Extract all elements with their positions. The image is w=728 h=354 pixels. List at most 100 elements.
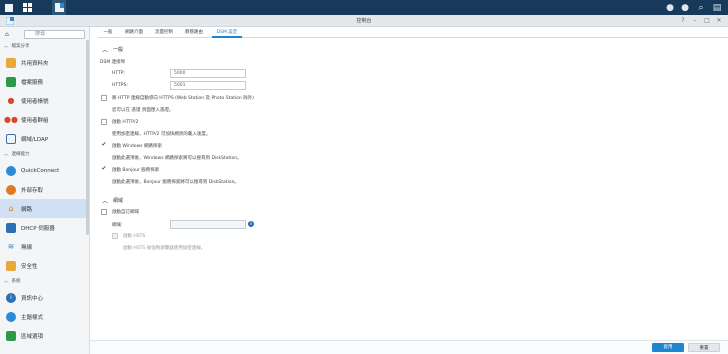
section-title: 網域 — [113, 198, 124, 204]
reset-button[interactable]: 重置 — [688, 343, 720, 352]
chevron-up-icon: ︿ — [4, 44, 9, 49]
windows-discovery-checkbox[interactable]: ✔ — [101, 142, 107, 148]
sidebar-section-file-sharing[interactable]: ︿ 檔案分享 — [4, 42, 30, 51]
dsm-port-label: DSM 連接埠 — [100, 60, 126, 65]
tab-static-route[interactable]: 靜態路由 — [182, 27, 206, 38]
sidebar-item-label: DHCP 伺服器 — [21, 225, 55, 232]
theme-icon — [6, 311, 16, 322]
certificate-link[interactable]: 您可以在 憑證 頁面匯入憑證。 — [112, 107, 173, 113]
http-port-input[interactable]: 5000 — [170, 69, 246, 78]
chevron-up-icon: ︿ — [4, 152, 9, 157]
section-label: 系統 — [11, 279, 21, 284]
https-port-input[interactable]: 5001 — [170, 81, 246, 90]
security-icon — [6, 260, 16, 271]
search-input[interactable]: 搜尋 — [24, 30, 85, 39]
regional-options-icon — [6, 330, 16, 341]
taskbar-app-control-panel[interactable] — [52, 0, 66, 15]
sidebar-item-security[interactable]: 安全性 — [0, 256, 86, 275]
sidebar-item-label: 資訊中心 — [21, 295, 44, 302]
main-menu-button[interactable] — [20, 0, 34, 15]
sidebar-item-domain-ldap[interactable]: 網域/LDAP — [0, 129, 86, 148]
domain-ldap-icon — [6, 133, 16, 144]
sidebar-item-info-center[interactable]: i 資訊中心 — [0, 288, 86, 307]
sidebar-item-label: 外部存取 — [21, 187, 44, 194]
search-icon[interactable]: ⌕ — [694, 0, 708, 15]
window-title: 控制台 — [356, 18, 372, 24]
sidebar-item-wireless[interactable]: ≋ 無線 — [0, 237, 86, 256]
custom-domain-label: 啟動自訂網域 — [112, 210, 139, 215]
apply-button[interactable]: 套用 — [652, 343, 684, 352]
close-button[interactable]: ✕ — [714, 15, 724, 27]
section-label: 連線能力 — [11, 152, 30, 157]
network-icon: ⌂ — [8, 204, 14, 213]
sidebar-item-label: 安全性 — [21, 263, 38, 270]
http2-label: 啟動 HTTP/2 — [112, 120, 139, 125]
bonjour-checkbox[interactable]: ✔ — [101, 166, 107, 172]
sidebar-item-label: 檔案服務 — [21, 79, 44, 86]
sidebar-item-group[interactable]: ●● 使用者群組 — [0, 110, 86, 129]
windows-discovery-label: 啟動 Windows 網路探索 — [112, 144, 162, 149]
section-label: 檔案分享 — [11, 44, 30, 49]
hsts-checkbox[interactable] — [112, 233, 118, 239]
footer: 套用 重置 — [90, 340, 728, 354]
tab-bar: 一般 網路介面 流量控制 靜態路由 DSM 設定 — [98, 27, 728, 38]
redirect-https-label: 將 HTTP 連線自動導向 HTTPS (Web Station 及 Photo… — [112, 96, 254, 101]
sidebar-item-quickconnect[interactable]: QuickConnect — [0, 161, 86, 180]
tab-traffic-control[interactable]: 流量控制 — [152, 27, 176, 38]
quickconnect-icon — [6, 165, 16, 176]
sidebar-item-label: 共用資料夾 — [21, 60, 49, 67]
group-icon: ●● — [4, 115, 18, 124]
chevron-up-icon: ︿ — [4, 279, 9, 284]
tab-network-interface[interactable]: 網路介面 — [122, 27, 146, 38]
custom-domain-checkbox[interactable] — [101, 209, 107, 215]
minimize-button[interactable]: – — [690, 15, 700, 27]
tab-general[interactable]: 一般 — [98, 27, 118, 38]
sidebar-item-label: 無線 — [21, 244, 33, 251]
window-titlebar: 控制台 ? – □ ✕ — [0, 15, 728, 27]
hsts-label: 啟動 HSTS — [123, 234, 146, 239]
sidebar-item-theme[interactable]: 主題樣式 — [0, 307, 86, 326]
section-title: 一般 — [113, 47, 124, 53]
sidebar-item-user[interactable]: ● 使用者帳號 — [0, 91, 86, 110]
sidebar-item-label: QuickConnect — [21, 167, 60, 174]
dhcp-server-icon — [6, 222, 16, 233]
settings-panel: ︿ 一般 DSM 連接埠 HTTP: 5000 HTTPS: 5001 將 HTT… — [90, 38, 728, 340]
tab-dsm-settings[interactable]: DSM 設定 — [212, 27, 242, 38]
taskbar: ● ● ⌕ ▤ — [0, 0, 728, 15]
http-label: HTTP: — [112, 71, 126, 76]
hsts-note: 啟動 HSTS 後強制瀏覽器使用加密連線。 — [123, 246, 206, 251]
info-icon[interactable]: i — [248, 221, 254, 227]
user-icon[interactable]: ● — [678, 0, 692, 15]
domain-input[interactable] — [170, 220, 246, 229]
http2-checkbox[interactable] — [101, 119, 107, 125]
sidebar-item-label: 網域/LDAP — [21, 136, 49, 143]
wireless-icon: ≋ — [7, 242, 15, 251]
domain-section-header[interactable]: ︿ 網域 — [102, 196, 123, 205]
sidebar-section-connectivity[interactable]: ︿ 連線能力 — [4, 150, 30, 159]
sidebar-item-label: 使用者帳號 — [21, 98, 49, 105]
sidebar-item-dhcp-server[interactable]: DHCP 伺服器 — [0, 218, 86, 237]
general-section-header[interactable]: ︿ 一般 — [102, 45, 123, 54]
maximize-button[interactable]: □ — [702, 15, 712, 27]
sidebar-item-shared-folder[interactable]: 共用資料夾 — [0, 53, 86, 72]
widgets-icon[interactable]: ▤ — [710, 0, 724, 15]
show-desktop-button[interactable] — [3, 0, 15, 15]
sidebar-item-file-services[interactable]: 檔案服務 — [0, 72, 86, 91]
sidebar-item-label: 主題樣式 — [21, 314, 44, 321]
shared-folder-icon — [6, 57, 16, 68]
chat-icon[interactable]: ● — [663, 0, 677, 15]
sidebar-item-regional-options[interactable]: 區域選項 — [0, 326, 86, 345]
sidebar: ⌂ ⌕ 搜尋 ︿檔案分享 共用資料夾 檔案服務 ●使用者帳號 ●●使用者群組 網… — [0, 27, 90, 354]
sidebar-scrollbar[interactable] — [86, 40, 89, 235]
domain-label: 網域: — [112, 223, 123, 228]
chevron-up-icon: ︿ — [102, 47, 109, 54]
sidebar-section-system[interactable]: ︿ 系統 — [4, 277, 21, 286]
sidebar-item-network[interactable]: ⌂ 網路 — [0, 199, 86, 218]
redirect-https-checkbox[interactable] — [101, 95, 107, 101]
home-icon[interactable]: ⌂ — [5, 31, 9, 38]
grid-icon — [22, 3, 32, 12]
help-button[interactable]: ? — [678, 15, 688, 27]
bonjour-note: 啟動此選項後，Bonjour 服務探索將可以搜尋到 DiskStation。 — [112, 180, 239, 185]
sidebar-item-external-access[interactable]: 外部存取 — [0, 180, 86, 199]
info-center-icon: i — [6, 292, 16, 303]
